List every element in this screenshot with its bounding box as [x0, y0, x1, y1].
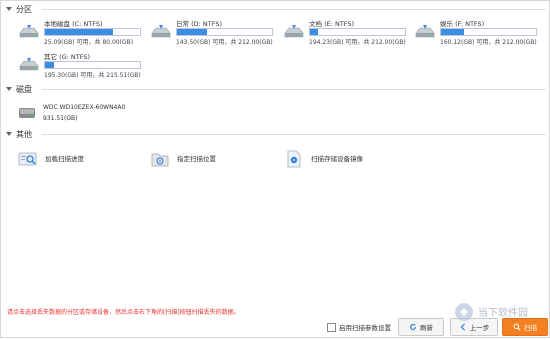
watermark-text: 当下软件园	[478, 308, 528, 319]
drive-icon	[415, 25, 435, 38]
collapse-triangle-icon[interactable]	[6, 7, 12, 11]
drive-item[interactable]: 日常 (D: NTFS) 143.50(GB) 可用，共 212.00(GB)	[150, 18, 275, 52]
drive-icon	[284, 25, 304, 38]
drive-usage-bar	[309, 28, 406, 36]
drive-item[interactable]: 本地磁盘 (C: NTFS) 25.09(GB) 可用，共 80.00(GB)	[18, 18, 143, 52]
drive-usage-bar	[176, 28, 273, 36]
drive-name: 其它 (G: NTFS)	[44, 53, 91, 61]
load-progress-icon	[18, 152, 37, 166]
checkbox-label: 启用扫描参数设置	[339, 324, 391, 332]
disk-size: 931.51(GB)	[43, 115, 78, 122]
item-label: 加载扫描进度	[45, 155, 84, 163]
hint-text: 请点击选择丢失数据的分区或存储设备，然后点击右下角的[扫描]按钮扫描丢失的数据。	[7, 309, 240, 316]
drive-usage-fill	[310, 29, 318, 35]
section-header-disks[interactable]: 磁盘	[6, 83, 546, 95]
hard-disk-icon	[19, 108, 35, 118]
drive-name: 日常 (D: NTFS)	[176, 20, 222, 28]
drive-item[interactable]: 文档 (E: NTFS) 194.23(GB) 可用，共 212.00(GB)	[283, 18, 408, 52]
divider	[42, 9, 546, 10]
collapse-triangle-icon[interactable]	[6, 132, 12, 136]
scan-device-image-item[interactable]: 扫描存储设备镜像	[284, 150, 424, 168]
disk-name: WDC WD10EZEX-60WN4A0	[43, 104, 126, 111]
drive-usage-text: 195.30(GB) 可用，共 215.51(GB)	[44, 72, 141, 79]
drive-usage-fill	[45, 29, 114, 35]
drive-name: 娱乐 (F: NTFS)	[440, 20, 485, 28]
drive-usage-bar	[44, 61, 141, 69]
section-title: 分区	[16, 4, 32, 14]
drive-item[interactable]: 娱乐 (F: NTFS) 160.12(GB) 可用，共 212.00(GB)	[414, 18, 539, 52]
drive-usage-fill	[177, 29, 208, 35]
drive-usage-bar	[440, 28, 537, 36]
drive-name: 本地磁盘 (C: NTFS)	[44, 20, 103, 28]
collapse-triangle-icon[interactable]	[6, 87, 12, 91]
drive-usage-text: 160.12(GB) 可用，共 212.00(GB)	[440, 39, 537, 46]
drive-usage-fill	[441, 29, 464, 35]
disk-item[interactable]: WDC WD10EZEX-60WN4A0 931.51(GB)	[18, 104, 168, 126]
section-header-partitions[interactable]: 分区	[6, 3, 546, 15]
divider	[42, 89, 546, 90]
drive-usage-text: 25.09(GB) 可用，共 80.00(GB)	[44, 39, 134, 46]
item-label: 指定扫描位置	[177, 155, 216, 163]
drive-usage-text: 194.23(GB) 可用，共 212.00(GB)	[309, 39, 406, 46]
watermark: 当下软件园	[450, 298, 550, 338]
checkbox-box[interactable]	[327, 322, 336, 332]
divider	[42, 134, 546, 135]
refresh-button[interactable]: 刷新	[398, 318, 444, 336]
drive-item[interactable]: 其它 (G: NTFS) 195.30(GB) 可用，共 215.51(GB)	[18, 51, 143, 85]
refresh-label: 刷新	[420, 324, 433, 332]
scan-location-icon	[151, 153, 169, 167]
device-image-icon	[287, 150, 301, 168]
section-header-others[interactable]: 其他	[6, 128, 546, 140]
drive-usage-fill	[45, 62, 54, 68]
drive-name: 文档 (E: NTFS)	[309, 20, 355, 28]
section-title: 其他	[16, 129, 32, 139]
section-title: 磁盘	[16, 84, 32, 94]
drive-icon	[19, 58, 39, 71]
scan-params-checkbox[interactable]: 启用扫描参数设置	[327, 322, 391, 332]
specify-scan-location-item[interactable]: 指定扫描位置	[150, 150, 270, 168]
drive-usage-bar	[44, 28, 141, 36]
refresh-icon	[410, 323, 416, 330]
drive-icon	[151, 25, 171, 38]
drive-usage-text: 143.50(GB) 可用，共 212.00(GB)	[176, 39, 273, 46]
drive-icon	[19, 25, 39, 38]
load-scan-progress-item[interactable]: 加载扫描进度	[18, 150, 138, 168]
item-label: 扫描存储设备镜像	[311, 155, 363, 163]
